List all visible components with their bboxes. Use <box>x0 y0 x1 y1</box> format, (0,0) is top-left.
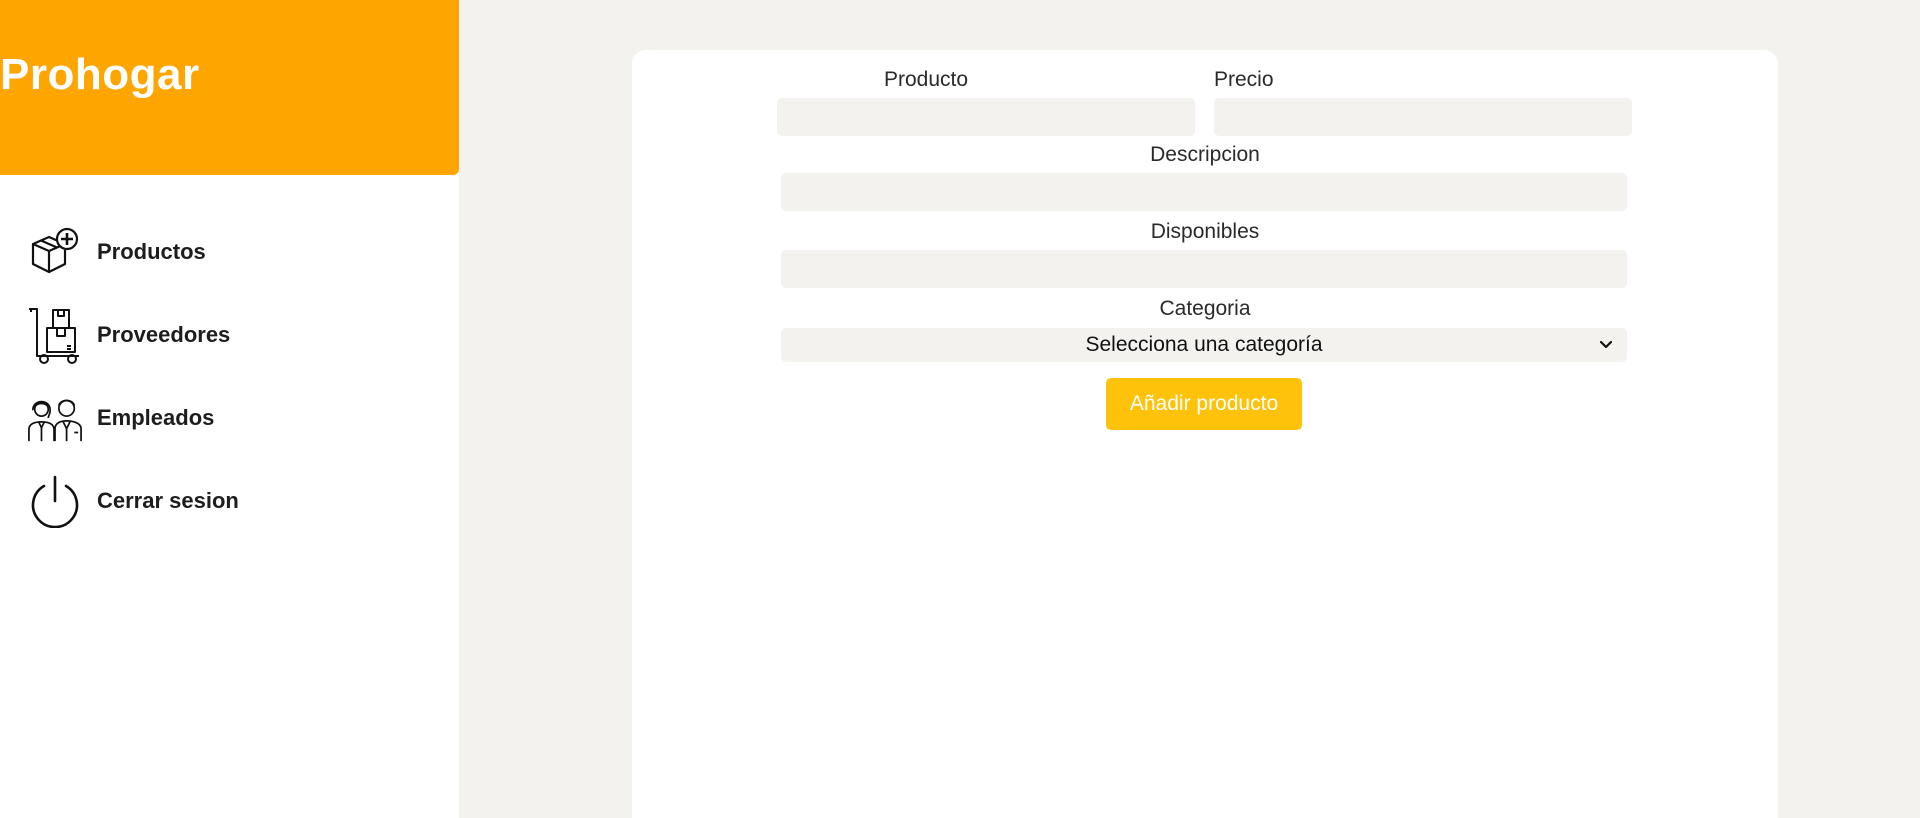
categoria-label: Categoria <box>1159 297 1251 320</box>
sidebar-item-label: Proveedores <box>97 321 231 347</box>
brand-title: Prohogar <box>0 50 200 99</box>
sidebar-item-proveedores[interactable]: Proveedores <box>0 293 459 376</box>
app-root: Prohogar Productos Proveedores Empleados… <box>0 0 1920 818</box>
precio-input[interactable] <box>1214 98 1632 136</box>
sidebar-item-empleados[interactable]: Empleados <box>0 376 459 459</box>
brand-header: Prohogar <box>0 0 459 175</box>
hand-truck-icon <box>27 307 83 364</box>
sidebar-nav: Productos Proveedores Empleados Cerrar s… <box>0 210 459 542</box>
employees-icon <box>27 390 83 446</box>
power-icon <box>27 473 83 529</box>
sidebar-item-label: Productos <box>97 238 206 264</box>
producto-label: Producto <box>883 68 969 91</box>
add-product-button[interactable]: Añadir producto <box>1106 378 1302 430</box>
precio-label: Precio <box>1214 68 1274 91</box>
box-add-icon <box>27 224 83 280</box>
disponibles-input[interactable] <box>781 250 1627 288</box>
chevron-down-icon <box>1597 335 1615 353</box>
product-form-card: Producto Precio Descripcion Disponibles … <box>632 50 1778 818</box>
producto-input[interactable] <box>777 98 1195 136</box>
descripcion-label: Descripcion <box>1150 143 1260 166</box>
sidebar-item-label: Cerrar sesion <box>97 487 239 513</box>
sidebar-item-label: Empleados <box>97 404 215 430</box>
descripcion-input[interactable] <box>781 173 1627 211</box>
categoria-select[interactable]: Selecciona una categoría <box>781 328 1627 362</box>
categoria-selected-value: Selecciona una categoría <box>1085 333 1323 356</box>
disponibles-label: Disponibles <box>1150 220 1260 243</box>
sidebar-item-cerrar-sesion[interactable]: Cerrar sesion <box>0 459 459 542</box>
sidebar-item-productos[interactable]: Productos <box>0 210 459 293</box>
sidebar: Prohogar Productos Proveedores Empleados… <box>0 0 459 818</box>
